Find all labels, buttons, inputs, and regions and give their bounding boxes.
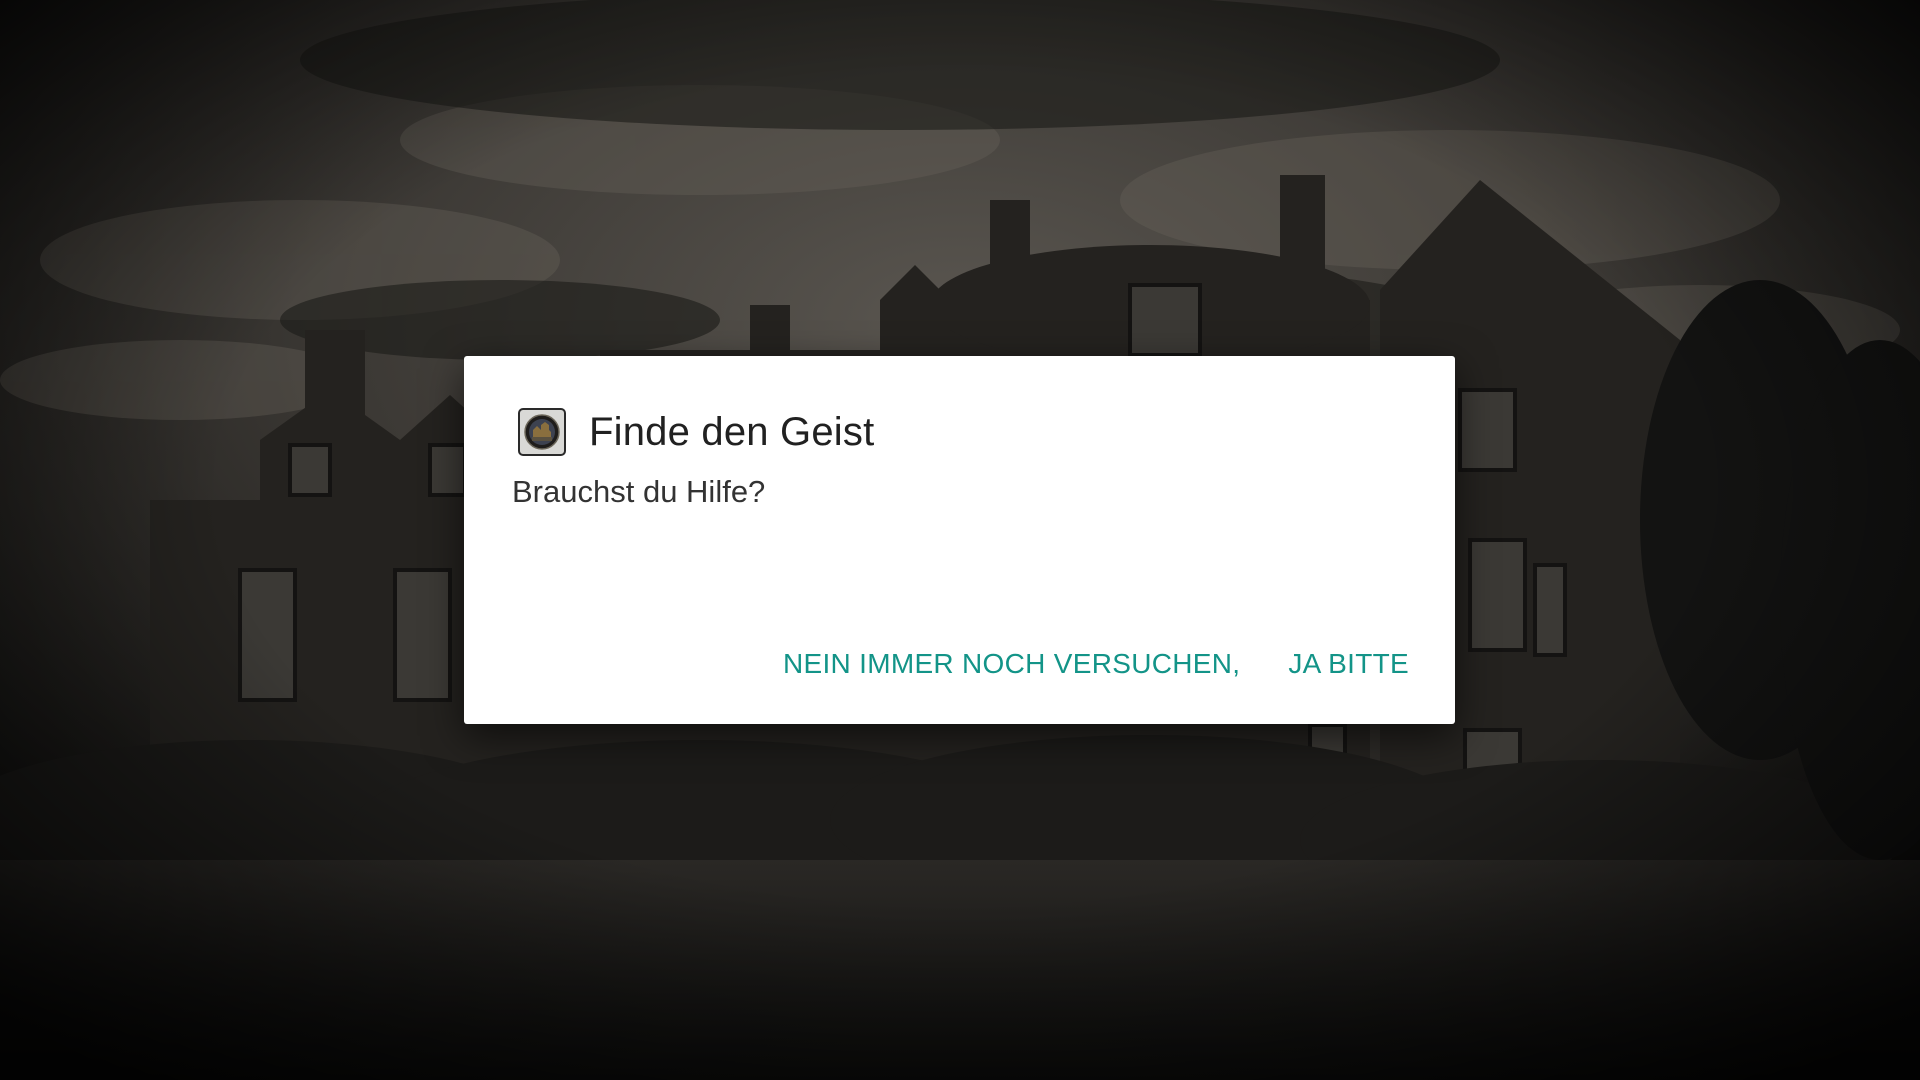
keep-trying-button[interactable]: NEIN IMMER NOCH VERSUCHEN,: [783, 640, 1240, 688]
dialog-title: Finde den Geist: [589, 409, 875, 454]
ghost-house-icon: [524, 414, 560, 450]
dialog-message: Brauchst du Hilfe?: [512, 474, 766, 509]
dialog-header: Finde den Geist: [518, 398, 874, 466]
yes-please-button[interactable]: JA BITTE: [1288, 640, 1409, 688]
help-dialog: Finde den Geist Brauchst du Hilfe? NEIN …: [464, 356, 1455, 724]
app-icon: [518, 408, 566, 456]
dialog-actions: NEIN IMMER NOCH VERSUCHEN, JA BITTE: [735, 640, 1409, 688]
